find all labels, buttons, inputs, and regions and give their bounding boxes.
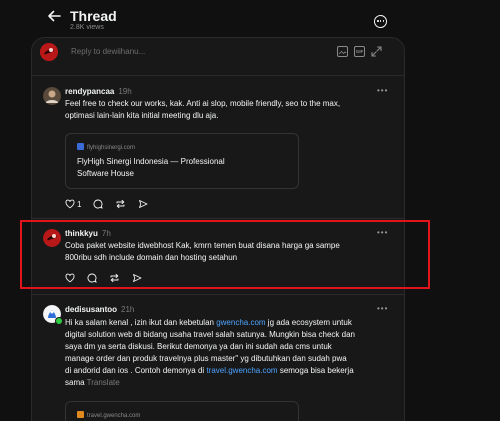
inline-link[interactable]: travel.gwencha.com xyxy=(206,366,277,375)
card-domain-text: flyhighsinergi.com xyxy=(87,145,136,151)
post-text-line: Hi ka salam kenal , izin ikut dan kebetu… xyxy=(65,317,352,329)
username-text[interactable]: dedisusantoo xyxy=(65,305,117,314)
post-text-line: saya dm ya serta diskusi. Berikut demony… xyxy=(65,342,332,351)
repost-icon[interactable] xyxy=(115,199,126,209)
post-time: 21h xyxy=(121,305,135,314)
post-username[interactable]: rendypancaa 19h xyxy=(65,87,132,96)
back-arrow-icon[interactable] xyxy=(46,8,62,24)
card-title-line: FlyHigh Sinergi Indonesia — Professional xyxy=(77,157,225,166)
image-attach-icon[interactable] xyxy=(337,46,348,57)
card-domain-text: travel.gwencha.com xyxy=(87,413,141,419)
expand-icon[interactable] xyxy=(371,46,382,57)
avatar[interactable] xyxy=(43,87,61,105)
post-text-line: manage order dan produk travelnya plus m… xyxy=(65,354,347,363)
divider xyxy=(31,218,405,219)
site-favicon-icon xyxy=(77,411,84,418)
like-button[interactable]: 1 xyxy=(65,199,81,209)
post-time: 19h xyxy=(118,87,132,96)
text-span: di andorid dan ios . Contoh demonya di xyxy=(65,366,207,375)
page-title: Thread xyxy=(70,8,117,24)
online-badge xyxy=(55,317,63,325)
comment-icon[interactable] xyxy=(93,199,104,209)
translate-link[interactable]: Translate xyxy=(87,378,120,387)
site-favicon-icon xyxy=(77,143,84,150)
post-more-icon[interactable]: ••• xyxy=(377,304,388,313)
text-span: jg ada ecosystem untuk xyxy=(265,318,352,327)
heart-icon xyxy=(65,199,75,209)
post-text-line: Feel free to check our works, kak. Anti … xyxy=(65,99,341,108)
like-count: 1 xyxy=(77,199,82,209)
more-options-icon[interactable] xyxy=(374,15,387,28)
text-span: semoga bisa bekerja xyxy=(277,366,354,375)
inline-link[interactable]: gwencha.com xyxy=(216,318,265,327)
gif-icon[interactable]: GIF xyxy=(354,46,365,57)
post-text-line: optimasi lain-lain kita initial meeting … xyxy=(65,111,219,120)
card-domain: travel.gwencha.com xyxy=(77,411,140,419)
view-count: 2.8K views xyxy=(70,24,104,31)
current-user-avatar xyxy=(40,43,58,61)
post-actions: 1 xyxy=(65,199,148,209)
post-text-line: sama Translate xyxy=(65,377,120,389)
card-title: FlyHigh Sinergi Indonesia — Professional… xyxy=(77,156,225,180)
link-preview-card[interactable]: flyhighsinergi.com FlyHigh Sinergi Indon… xyxy=(65,133,299,189)
text-span: sama xyxy=(65,378,85,387)
card-domain: flyhighsinergi.com xyxy=(77,143,135,151)
share-icon[interactable] xyxy=(138,199,148,209)
divider xyxy=(31,294,405,295)
post-username[interactable]: dedisusantoo 21h xyxy=(65,305,134,314)
reply-composer[interactable]: Reply to dewiihanu... GIF xyxy=(38,40,398,64)
post-more-icon[interactable]: ••• xyxy=(377,86,388,95)
top-bar: Thread 2.8K views xyxy=(0,0,500,38)
post-text-line: digital solution web di bidang usaha tra… xyxy=(65,330,355,339)
username-text[interactable]: rendypancaa xyxy=(65,87,114,96)
link-preview-card[interactable]: travel.gwencha.com xyxy=(65,401,299,421)
reply-input[interactable]: Reply to dewiihanu... xyxy=(71,47,145,56)
divider xyxy=(31,75,405,76)
text-span: Hi ka salam kenal , izin ikut dan kebetu… xyxy=(65,318,217,327)
post-text-line: di andorid dan ios . Contoh demonya di t… xyxy=(65,365,354,377)
card-title-line: Software House xyxy=(77,169,134,178)
highlight-box xyxy=(20,220,430,289)
